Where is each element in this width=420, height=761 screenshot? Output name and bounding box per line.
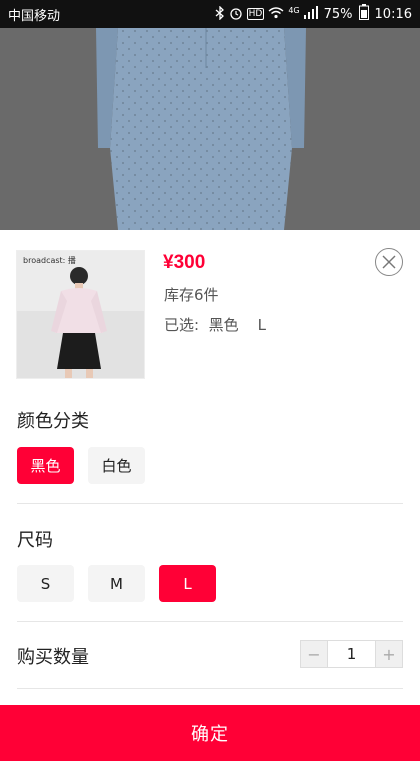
hd-icon: HD: [246, 8, 265, 20]
color-option-black[interactable]: 黑色: [17, 447, 74, 484]
quantity-input[interactable]: 1: [327, 641, 376, 667]
wifi-icon: [268, 6, 284, 22]
signal-icon: [303, 6, 318, 22]
backdrop-overlay[interactable]: [0, 28, 420, 230]
battery-percent: 75%: [323, 6, 353, 22]
product-price: ¥300: [163, 252, 206, 273]
color-option-white[interactable]: 白色: [88, 447, 145, 484]
size-option-l[interactable]: L: [159, 565, 216, 602]
color-section-title: 颜色分类: [17, 411, 89, 432]
network-type-label: 4G: [288, 5, 300, 15]
status-bar: 中国移动 HD 4G 75% 10:16: [0, 0, 420, 28]
confirm-button[interactable]: 确定: [0, 705, 420, 761]
size-option-s[interactable]: S: [17, 565, 74, 602]
carrier-label: 中国移动: [8, 8, 61, 24]
divider: [17, 621, 403, 622]
status-icons: HD 4G: [215, 4, 318, 23]
quantity-section-title: 购买数量: [17, 647, 89, 668]
selected-summary: 已选: 黑色 L: [164, 316, 267, 334]
close-icon: [382, 255, 396, 269]
divider: [17, 688, 403, 689]
sku-selector-sheet: broadcast: 播 ¥300 库存6件 已选: 黑色 L 颜色分类 黑色 …: [0, 230, 420, 761]
quantity-increase-button[interactable]: +: [376, 641, 402, 667]
battery-icon: [358, 4, 369, 24]
divider: [17, 503, 403, 504]
quantity-decrease-button[interactable]: −: [301, 641, 327, 667]
close-button[interactable]: [375, 248, 403, 276]
size-option-m[interactable]: M: [88, 565, 145, 602]
size-section-title: 尺码: [17, 530, 53, 551]
quantity-stepper: − 1 +: [300, 640, 403, 668]
product-thumbnail: broadcast: 播: [16, 250, 145, 379]
alarm-icon: [229, 6, 243, 23]
status-right: HD 4G 75% 10:16: [215, 4, 412, 24]
stock-count: 库存6件: [164, 286, 219, 304]
clock: 10:16: [374, 6, 412, 22]
image-watermark: broadcast: 播: [23, 256, 76, 265]
bluetooth-icon: [215, 4, 225, 23]
background-product-photo: [96, 28, 306, 230]
